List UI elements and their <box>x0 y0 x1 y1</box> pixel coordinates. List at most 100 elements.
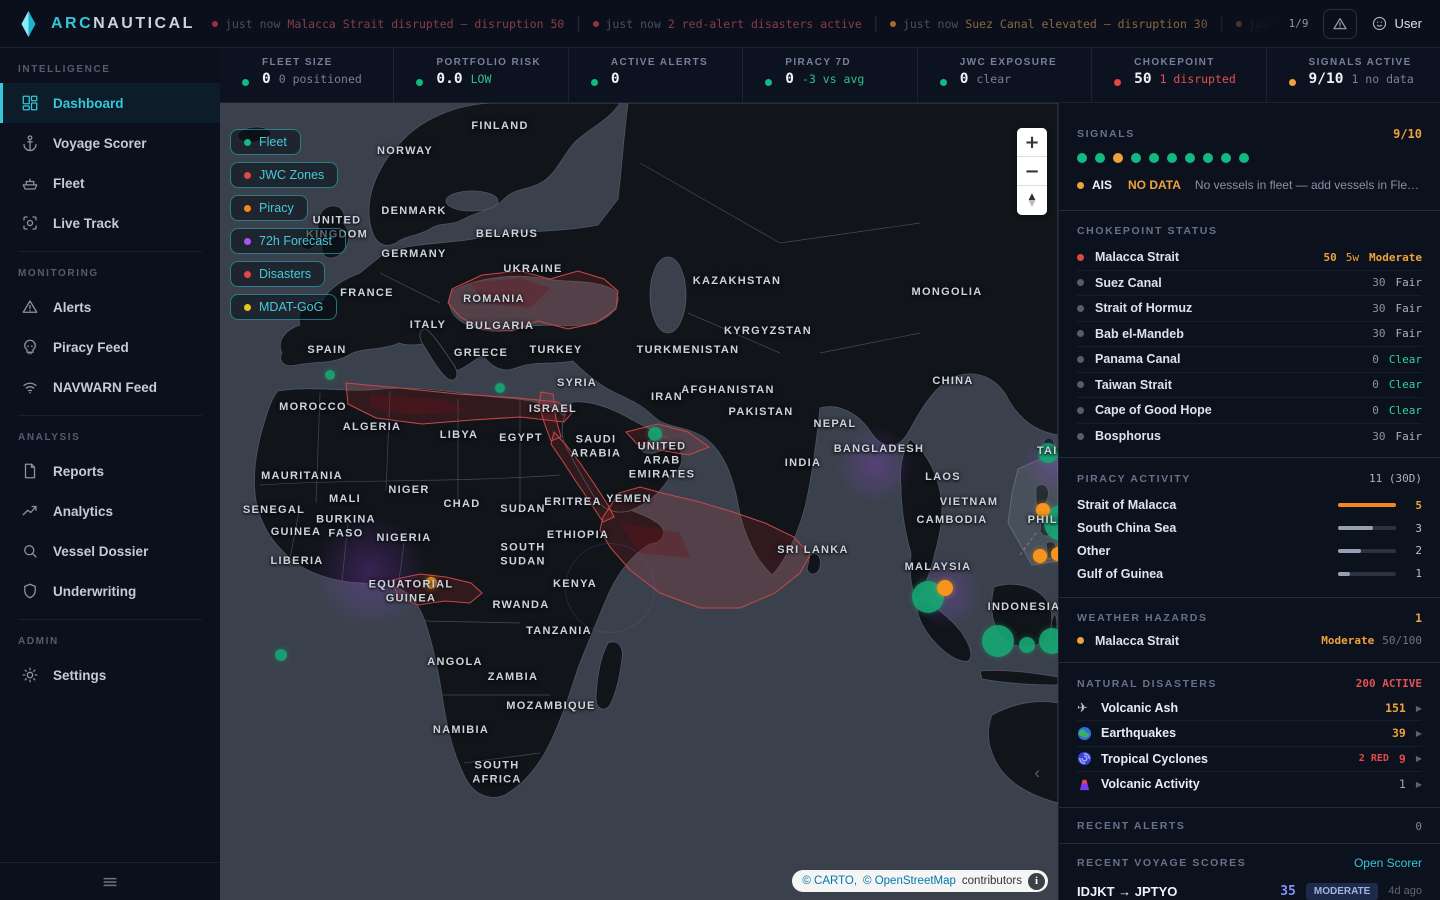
piracy-marker[interactable] <box>937 580 953 596</box>
user-menu-button[interactable]: User <box>1371 15 1422 32</box>
kpi-label: PORTFOLIO RISK <box>436 57 557 68</box>
chokepoint-row[interactable]: Taiwan Strait0Clear <box>1077 373 1422 399</box>
layer-toggle-piracy[interactable]: Piracy <box>230 195 308 221</box>
chokepoint-row[interactable]: Suez Canal30Fair <box>1077 271 1422 297</box>
sidebar-item-vessel-dossier[interactable]: Vessel Dossier <box>0 531 220 571</box>
signal-dot <box>1203 153 1213 163</box>
piracy-region-row: Other2 <box>1077 540 1422 563</box>
warning-triangle-icon <box>1332 16 1348 32</box>
signals-section: SIGNALS 9/10 AIS NO DATA No vessels in f… <box>1059 103 1440 211</box>
sidebar-item-label: Analytics <box>53 504 113 519</box>
fleet-marker[interactable] <box>1019 637 1035 653</box>
fleet-marker[interactable] <box>275 649 287 661</box>
carto-link[interactable]: © CARTO, <box>802 875 857 887</box>
chokepoint-row[interactable]: Bab el-Mandeb30Fair <box>1077 322 1422 348</box>
piracy-bar-fill <box>1338 572 1350 576</box>
chokepoint-row[interactable]: Cape of Good Hope0Clear <box>1077 398 1422 424</box>
sidebar-item-navwarn-feed[interactable]: NAVWARN Feed <box>0 367 220 407</box>
compass-button[interactable]: ▲▼ <box>1017 186 1047 215</box>
signals-title: SIGNALS <box>1077 128 1135 140</box>
sidebar-item-label: Fleet <box>53 176 85 191</box>
chokepoint-row[interactable]: Malacca Strait505wModerate <box>1077 245 1422 271</box>
ais-status-row: AIS NO DATA No vessels in fleet — add ve… <box>1059 163 1440 208</box>
kpi-value: 0 <box>262 71 271 87</box>
signal-dot <box>1149 153 1159 163</box>
sidebar-item-settings[interactable]: Settings <box>0 655 220 695</box>
world-map[interactable]: FINLANDNORWAYUNITED KINGDOMDENMARKBELARU… <box>220 103 1058 900</box>
alerts-button[interactable] <box>1323 9 1357 39</box>
sidebar-item-dashboard[interactable]: Dashboard <box>0 83 220 123</box>
disaster-name: Volcanic Activity <box>1101 777 1399 791</box>
piracy-region-name: Gulf of Guinea <box>1077 567 1338 581</box>
piracy-count: 5 <box>1408 499 1422 512</box>
piracy-marker[interactable] <box>425 577 437 589</box>
layer-toggle-mdat-gog[interactable]: MDAT-GoG <box>230 294 337 320</box>
panel-collapse-chevron-icon[interactable]: ‹ <box>1034 763 1040 783</box>
kpi-subtext: 1 disrupted <box>1160 72 1236 86</box>
volcano-icon <box>1077 777 1092 792</box>
signal-dots <box>1059 141 1440 163</box>
sidebar-item-piracy-feed[interactable]: Piracy Feed <box>0 327 220 367</box>
sidebar-item-underwriting[interactable]: Underwriting <box>0 571 220 611</box>
open-scorer-link[interactable]: Open Scorer <box>1354 856 1422 870</box>
disaster-row[interactable]: Earthquakes39▶ <box>1077 721 1422 746</box>
chokepoint-row[interactable]: Bosphorus30Fair <box>1077 424 1422 450</box>
piracy-marker[interactable] <box>1033 549 1047 563</box>
kpi-label: JWC EXPOSURE <box>960 57 1081 68</box>
disaster-row[interactable]: Tropical Cyclones2 RED9▶ <box>1077 747 1422 772</box>
kpi-label: ACTIVE ALERTS <box>611 57 732 68</box>
sidebar-item-voyage-scorer[interactable]: Voyage Scorer <box>0 123 220 163</box>
layer-toggle-disasters[interactable]: Disasters <box>230 261 325 287</box>
hazard-name: Malacca Strait <box>1095 634 1321 648</box>
chevron-right-icon: ▶ <box>1416 729 1422 738</box>
chokepoint-row[interactable]: Panama Canal0Clear <box>1077 347 1422 373</box>
user-label: User <box>1395 16 1422 31</box>
zoom-out-button[interactable]: − <box>1017 157 1047 186</box>
sidebar-item-fleet[interactable]: Fleet <box>0 163 220 203</box>
kpi-value-row: 00 positioned <box>262 71 383 87</box>
piracy-marker[interactable] <box>1036 503 1050 517</box>
brand: ARCNAUTICAL <box>20 11 198 37</box>
piracy-region-row: Gulf of Guinea1 <box>1077 562 1422 585</box>
layer-toggle-jwc-zones[interactable]: JWC Zones <box>230 162 338 188</box>
disaster-row[interactable]: ✈Volcanic Ash151▶ <box>1077 696 1422 721</box>
disaster-red-badge: 2 RED <box>1359 753 1389 764</box>
sidebar-item-analytics[interactable]: Analytics <box>0 491 220 531</box>
chokepoint-status-dot <box>1077 381 1084 388</box>
piracy-marker[interactable] <box>1051 547 1058 561</box>
chokepoint-status: Fair <box>1396 327 1423 340</box>
zoom-in-button[interactable]: + <box>1017 128 1047 157</box>
voyage-route: IDJKT → JPTYO <box>1077 884 1280 899</box>
fleet-marker[interactable] <box>325 370 335 380</box>
chokepoint-name: Suez Canal <box>1095 276 1372 290</box>
fleet-marker[interactable] <box>648 427 662 441</box>
layer-toggle-72h-forecast[interactable]: 72h Forecast <box>230 228 346 254</box>
sidebar-collapse-button[interactable] <box>0 862 220 900</box>
chokepoint-status-dot <box>1077 305 1084 312</box>
chokepoint-row[interactable]: Strait of Hormuz30Fair <box>1077 296 1422 322</box>
sidebar-item-alerts[interactable]: Alerts <box>0 287 220 327</box>
attribution-info-icon[interactable]: i <box>1028 873 1045 890</box>
layer-toggle-fleet[interactable]: Fleet <box>230 129 301 155</box>
signal-dot <box>1113 153 1123 163</box>
disaster-row[interactable]: Volcanic Activity1▶ <box>1077 772 1422 797</box>
recent-alerts-title: RECENT ALERTS <box>1077 820 1186 832</box>
fleet-marker[interactable] <box>495 383 505 393</box>
signal-dot <box>1077 153 1087 163</box>
map-attribution: © CARTO, © OpenStreetMap contributors i <box>792 870 1048 892</box>
disaster-name: Tropical Cyclones <box>1101 752 1359 766</box>
chokepoint-score: 30 <box>1372 327 1385 340</box>
ticker-text: Suez Canal elevated — disruption 30 <box>965 17 1207 31</box>
osm-link[interactable]: © OpenStreetMap <box>863 875 956 887</box>
voyage-score-row[interactable]: IDJKT → JPTYO35MODERATE4d ago <box>1059 870 1440 900</box>
sidebar-item-reports[interactable]: Reports <box>0 451 220 491</box>
weather-hazard-row[interactable]: Malacca StraitModerate50/100 <box>1077 627 1422 654</box>
hazard-dot <box>1077 637 1084 644</box>
piracy-region-name: Strait of Malacca <box>1077 498 1338 512</box>
sidebar-item-live-track[interactable]: Live Track <box>0 203 220 243</box>
fleet-marker[interactable] <box>1038 443 1058 463</box>
fleet-marker[interactable] <box>1039 628 1058 654</box>
fleet-marker[interactable] <box>982 625 1014 657</box>
sidebar-item-label: Piracy Feed <box>53 340 129 355</box>
weather-count: 1 <box>1415 611 1422 625</box>
